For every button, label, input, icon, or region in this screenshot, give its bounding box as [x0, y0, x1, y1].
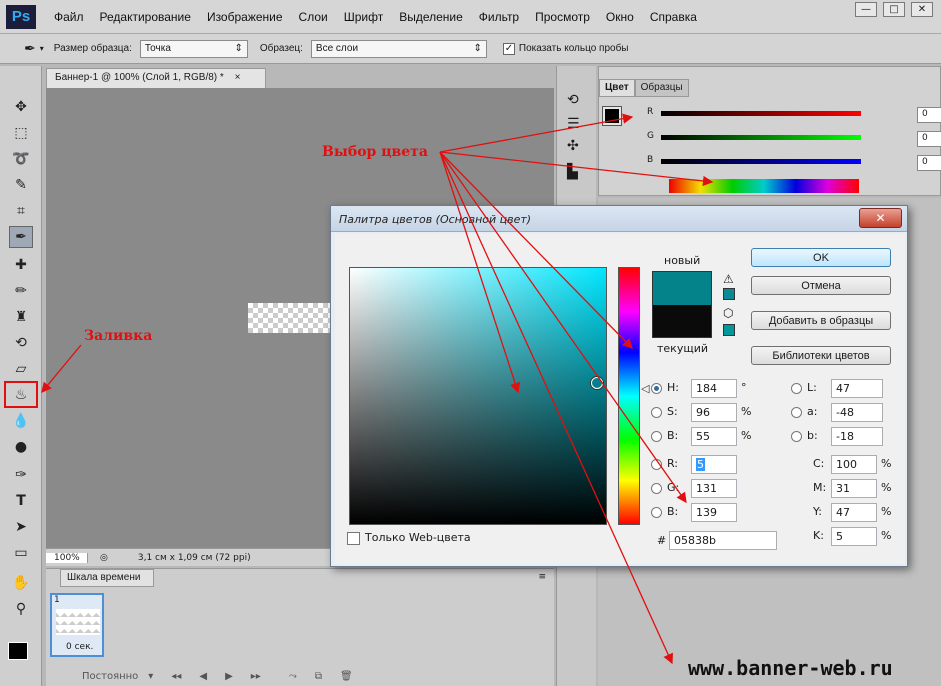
- arrow-to-hex: [439, 151, 673, 665]
- arrow-to-field: [439, 151, 521, 394]
- arrow-to-hue: [439, 151, 633, 349]
- arrow-to-spectrum: [439, 151, 714, 187]
- arrow-to-bucket: [41, 344, 82, 394]
- annotation-arrows: [41, 113, 714, 665]
- arrow-to-foreground: [439, 113, 634, 153]
- arrow-to-rgb: [439, 151, 687, 504]
